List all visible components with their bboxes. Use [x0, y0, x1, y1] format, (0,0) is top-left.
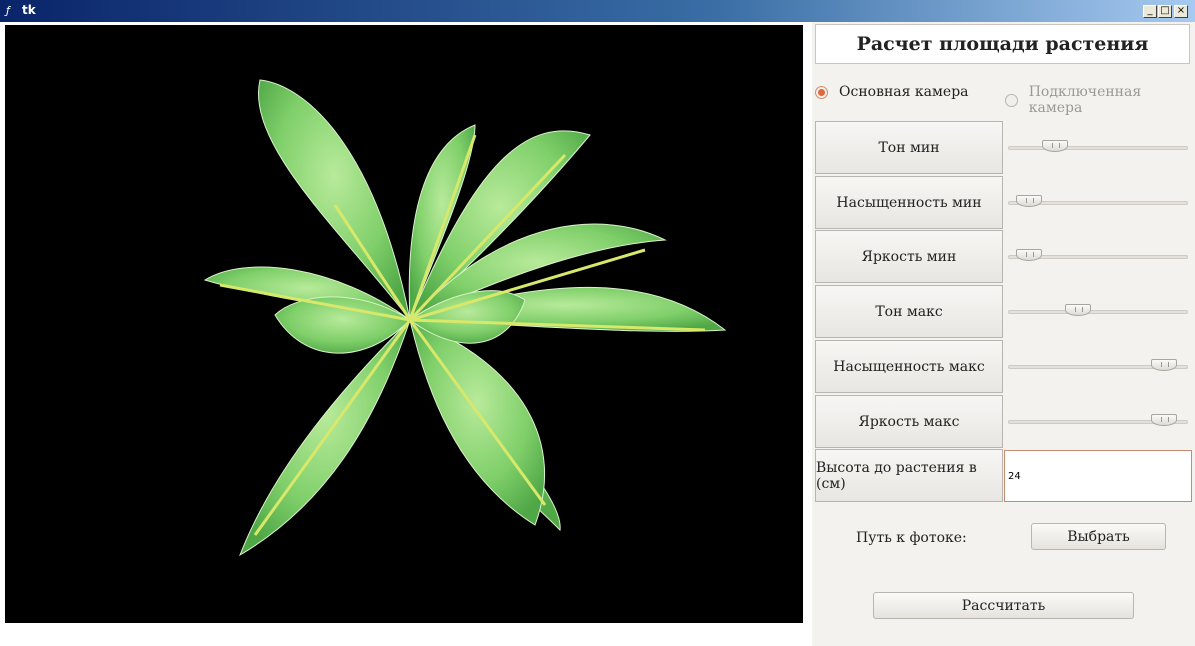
value-min-slider[interactable] — [1008, 249, 1188, 263]
saturation-max-slider[interactable] — [1008, 359, 1188, 373]
maximize-button[interactable]: □ — [1158, 5, 1172, 18]
radio-connected-camera[interactable]: Подключенная камера — [1005, 84, 1195, 116]
hue-min-slider[interactable] — [1008, 140, 1188, 154]
title-bar: ƒ tk _ □ × — [0, 0, 1195, 22]
slider-track[interactable] — [1008, 146, 1188, 150]
calculate-button[interactable]: Рассчитать — [873, 592, 1134, 619]
plant-image-canvas — [5, 25, 803, 623]
height-label-button[interactable]: Высота до растения в (см) — [815, 449, 1003, 502]
control-panel: Расчет площади растения Основная камера … — [812, 22, 1195, 646]
main-window: Расчет площади растения Основная камера … — [0, 22, 1195, 646]
slider-thumb[interactable] — [1041, 140, 1068, 152]
page-title: Расчет площади растения — [815, 24, 1190, 64]
slider-track[interactable] — [1008, 310, 1188, 314]
slider-thumb[interactable] — [1064, 304, 1091, 316]
saturation-min-button[interactable]: Насыщенность мин — [815, 176, 1003, 229]
value-max-slider[interactable] — [1008, 414, 1188, 428]
saturation-min-slider[interactable] — [1008, 195, 1188, 209]
tk-feather-icon: ƒ — [6, 4, 10, 17]
plant-image — [203, 79, 727, 557]
saturation-max-button[interactable]: Насыщенность макс — [815, 340, 1003, 393]
value-max-button[interactable]: Яркость макс — [815, 395, 1003, 448]
radio-main-camera-label: Основная камера — [839, 84, 969, 100]
minimize-button[interactable]: _ — [1143, 5, 1157, 18]
slider-thumb[interactable] — [1151, 359, 1178, 371]
hue-max-slider[interactable] — [1008, 304, 1188, 318]
photo-path-label: Путь к фотоке: — [856, 530, 967, 546]
value-min-button[interactable]: Яркость мин — [815, 230, 1003, 283]
choose-photo-button[interactable]: Выбрать — [1031, 523, 1166, 550]
radio-indicator-disabled — [1005, 93, 1018, 107]
slider-thumb[interactable] — [1015, 195, 1042, 207]
close-button[interactable]: × — [1174, 5, 1188, 18]
slider-thumb[interactable] — [1151, 414, 1178, 426]
radio-main-camera[interactable]: Основная камера — [815, 84, 969, 100]
hue-min-button[interactable]: Тон мин — [815, 121, 1003, 174]
hue-max-button[interactable]: Тон макс — [815, 285, 1003, 338]
slider-thumb[interactable] — [1015, 249, 1042, 261]
window-title: tk — [22, 3, 36, 17]
height-input[interactable]: 24 — [1004, 450, 1192, 502]
radio-indicator-selected — [815, 85, 828, 99]
radio-connected-camera-label: Подключенная камера — [1028, 84, 1142, 116]
